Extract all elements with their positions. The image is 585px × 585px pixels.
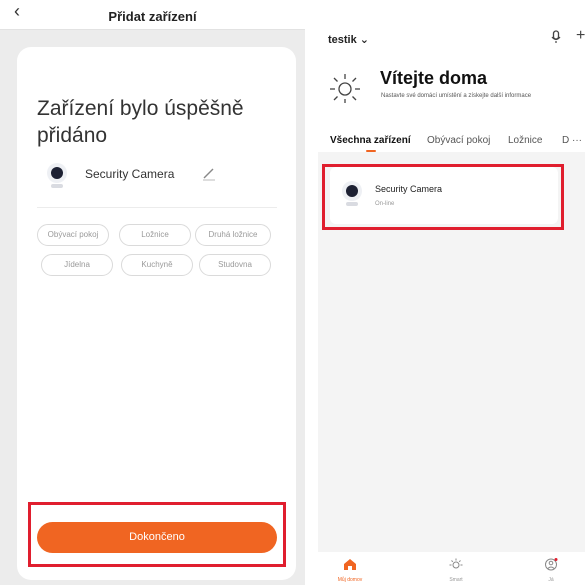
camera-icon xyxy=(45,163,69,191)
welcome-subtitle[interactable]: Nastavte své domácí umístění a získejte … xyxy=(381,92,561,100)
add-icon[interactable]: + xyxy=(576,28,585,44)
success-message: Zařízení bylo úspěšně přidáno xyxy=(37,97,244,147)
highlight-box xyxy=(322,164,564,230)
home-header: testik ⌄ + Vítejte doma Nastavte své dom… xyxy=(318,0,585,152)
home-screen: testik ⌄ + Vítejte doma Nastavte své dom… xyxy=(318,0,585,585)
tabbar-home-label: Můj domov xyxy=(337,577,363,583)
welcome-title: Vítejte doma xyxy=(380,68,488,88)
room-chip-studovna[interactable]: Studovna xyxy=(199,254,271,276)
room-chip-obyvaci-pokoj[interactable]: Obývací pokoj xyxy=(37,224,109,246)
divider xyxy=(37,207,277,208)
sun-icon xyxy=(449,558,463,569)
pencil-icon[interactable] xyxy=(201,165,217,181)
room-chip-loznice[interactable]: Ložnice xyxy=(119,224,191,246)
tabbar-smart[interactable]: Smart xyxy=(436,558,476,583)
header: ‹ Přidat zařízení xyxy=(0,0,305,30)
active-tab-indicator xyxy=(366,150,376,152)
tab-all-devices[interactable]: Všechna zařízení xyxy=(330,135,411,146)
success-card: Zařízení bylo úspěšně přidáno Security C… xyxy=(17,47,296,580)
room-chip-druha-loznice[interactable]: Druhá ložnice xyxy=(195,224,271,246)
profile-icon xyxy=(545,558,558,571)
tabbar-profile[interactable]: Já xyxy=(531,558,571,583)
tabbar-profile-label: Já xyxy=(548,577,554,583)
page-title: Přidat zařízení xyxy=(108,9,197,24)
tab-d[interactable]: D xyxy=(562,135,569,146)
sun-icon xyxy=(330,74,360,103)
device-row: Security Camera xyxy=(45,163,275,191)
home-selector[interactable]: testik ⌄ xyxy=(328,33,369,46)
add-device-screen: ‹ Přidat zařízení Zařízení bylo úspěšně … xyxy=(0,0,305,585)
tabbar-smart-label: Smart xyxy=(449,577,463,583)
tab-bedroom[interactable]: Ložnice xyxy=(508,135,542,146)
room-chip-jidelna[interactable]: Jídelna xyxy=(41,254,113,276)
room-chip-kuchyne[interactable]: Kuchyně xyxy=(121,254,193,276)
more-tabs-icon[interactable]: ··· xyxy=(572,135,582,146)
home-icon xyxy=(344,559,356,570)
highlight-box xyxy=(28,502,286,567)
tabbar-home[interactable]: Můj domov xyxy=(330,558,370,583)
device-name: Security Camera xyxy=(85,167,175,181)
microphone-icon[interactable] xyxy=(550,30,562,44)
bottom-tab-bar: Můj domov Smart Já xyxy=(318,552,585,585)
tab-living-room[interactable]: Obývací pokoj xyxy=(427,135,490,146)
